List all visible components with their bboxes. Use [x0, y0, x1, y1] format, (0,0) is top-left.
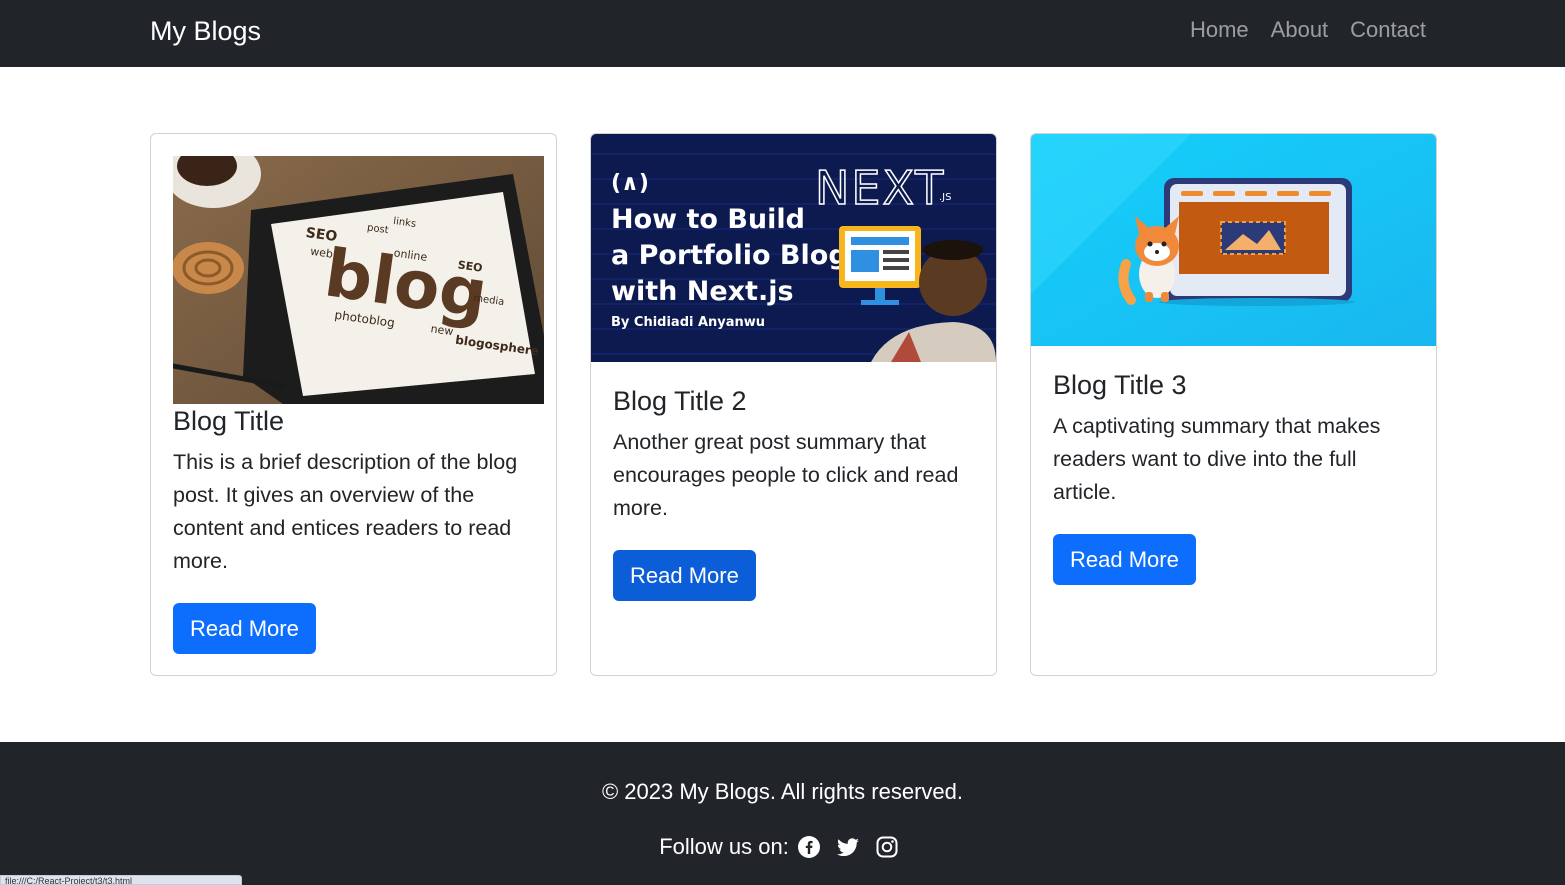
footer: © 2023 My Blogs. All rights reserved. Fo…	[0, 742, 1565, 885]
read-more-button-1[interactable]: Read More	[173, 603, 316, 654]
blog-card-2-image: (∧) How to Build a Portfolio Blog with N…	[591, 134, 996, 362]
browser-status-bar: file:///C:/React-Project/t3/t3.html	[0, 875, 242, 885]
blog-card-1: blog SEO web online photoblog blogospher…	[150, 133, 557, 676]
blog-card-2: (∧) How to Build a Portfolio Blog with N…	[590, 133, 997, 676]
read-more-button-3[interactable]: Read More	[1053, 534, 1196, 585]
facebook-icon[interactable]	[797, 835, 821, 859]
svg-text:(∧): (∧)	[611, 171, 649, 196]
nav-links: Home About Contact	[1190, 14, 1426, 46]
svg-text:NEXT: NEXT	[815, 161, 945, 215]
svg-text:a Portfolio Blog: a Portfolio Blog	[611, 240, 848, 271]
twitter-icon[interactable]	[836, 835, 860, 859]
navbar: My Blogs Home About Contact	[0, 0, 1565, 67]
blog-card-2-body: Blog Title 2 Another great post summary …	[613, 384, 978, 601]
blog-card-1-image: blog SEO web online photoblog blogospher…	[173, 156, 544, 404]
follow-label: Follow us on:	[659, 834, 789, 859]
nav-link-home[interactable]: Home	[1190, 14, 1249, 46]
blog-card-1-title: Blog Title	[173, 406, 285, 436]
svg-text:How to Build: How to Build	[611, 204, 805, 235]
instagram-icon[interactable]	[875, 835, 899, 859]
blog-card-3: Blog Title 3 A captivating summary that …	[1030, 133, 1437, 676]
blog-card-2-title: Blog Title 2	[613, 386, 747, 416]
svg-text:.JS: .JS	[939, 192, 951, 203]
blog-card-3-title: Blog Title 3	[1053, 370, 1187, 400]
svg-text:By Chidiadi Anyanwu: By Chidiadi Anyanwu	[611, 315, 765, 330]
blog-card-3-text: A captivating summary that makes readers…	[1053, 414, 1381, 504]
blog-card-1-body: Blog Title This is a brief description o…	[173, 404, 538, 654]
blog-card-1-text: This is a brief description of the blog …	[173, 450, 518, 573]
brand-link[interactable]: My Blogs	[150, 13, 261, 49]
footer-follow-row: Follow us on:	[0, 833, 1565, 861]
nav-link-contact[interactable]: Contact	[1350, 14, 1426, 46]
read-more-button-2[interactable]: Read More	[613, 550, 756, 601]
svg-text:with Next.js: with Next.js	[611, 276, 794, 307]
footer-copyright: © 2023 My Blogs. All rights reserved.	[601, 779, 964, 804]
blog-card-2-text: Another great post summary that encourag…	[613, 430, 959, 520]
nav-link-about[interactable]: About	[1271, 14, 1329, 46]
blog-card-3-image	[1031, 134, 1436, 346]
blog-card-3-body: Blog Title 3 A captivating summary that …	[1053, 368, 1418, 585]
